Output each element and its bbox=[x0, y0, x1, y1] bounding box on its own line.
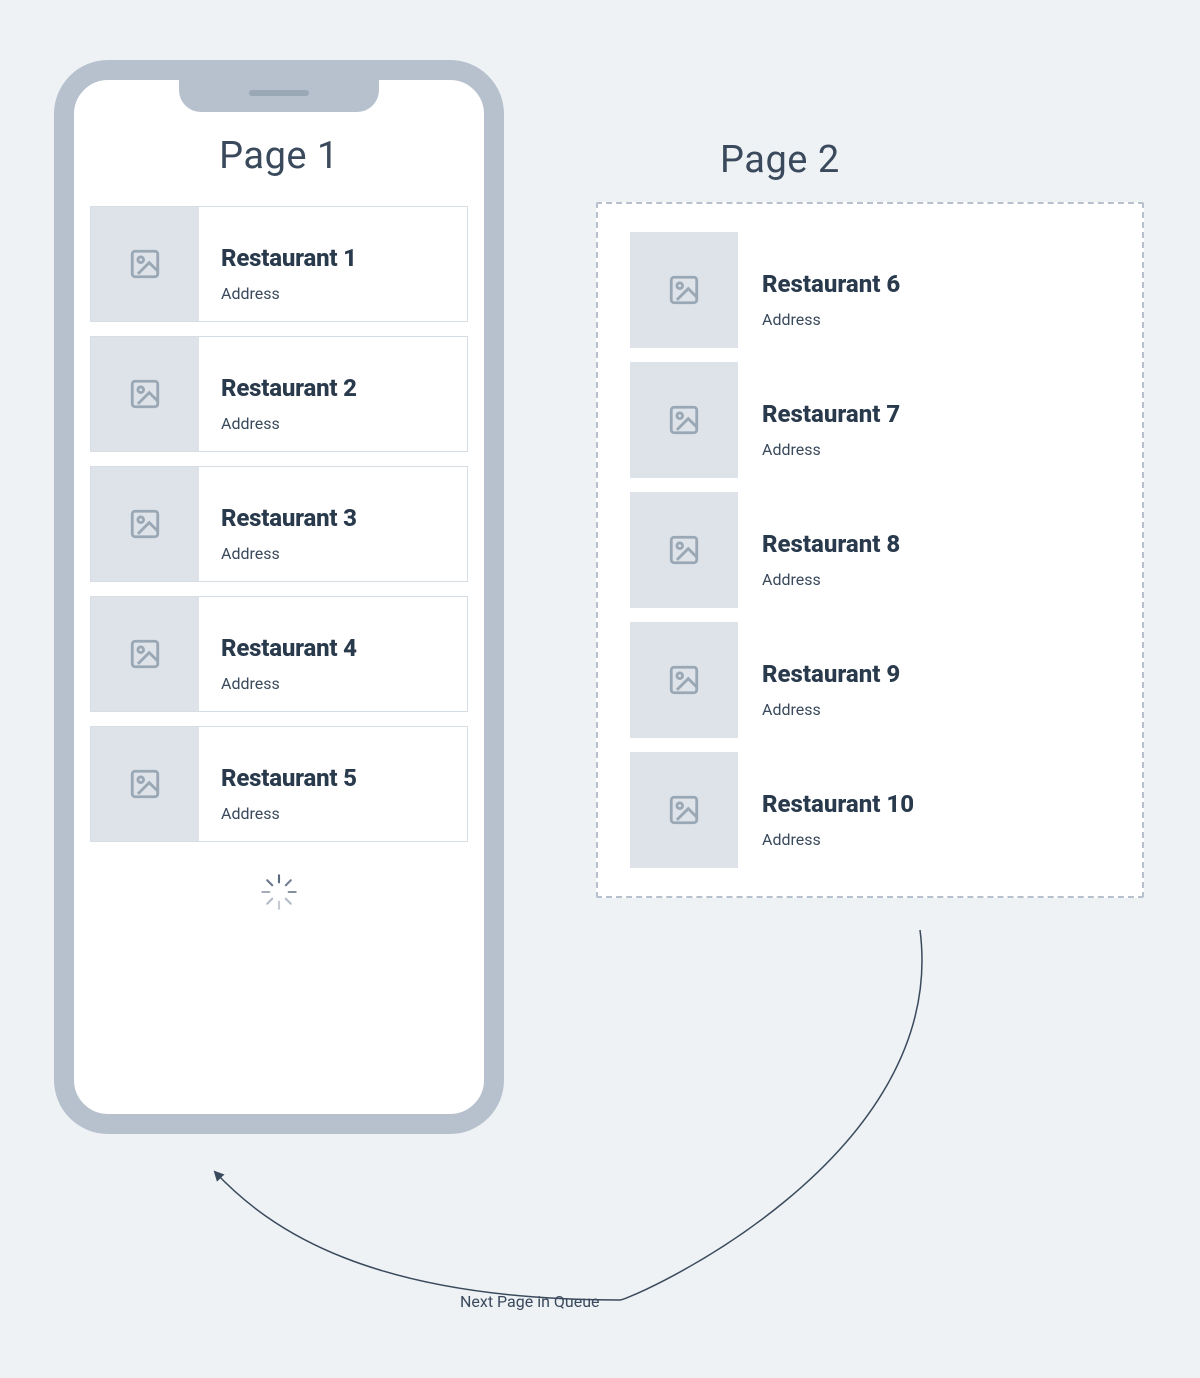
list-item-name: Restaurant 2 bbox=[221, 374, 449, 402]
list-item-meta: Restaurant 1 Address bbox=[199, 207, 467, 321]
list-item[interactable]: Restaurant 10 Address bbox=[630, 752, 1110, 868]
list-item-meta: Restaurant 8 Address bbox=[738, 492, 1110, 608]
phone-frame: Page 1 Restaurant 1 Address bbox=[54, 60, 504, 1134]
image-placeholder-icon bbox=[128, 377, 162, 411]
list-item-thumbnail bbox=[91, 727, 199, 841]
flow-arrow-caption: Next Page in Queue bbox=[460, 1292, 600, 1311]
list-item[interactable]: Restaurant 7 Address bbox=[630, 362, 1110, 478]
image-placeholder-icon bbox=[128, 637, 162, 671]
list-item-address: Address bbox=[762, 570, 1092, 589]
list-item[interactable]: Restaurant 5 Address bbox=[90, 726, 468, 842]
list-item-address: Address bbox=[762, 440, 1092, 459]
image-placeholder-icon bbox=[128, 767, 162, 801]
image-placeholder-icon bbox=[667, 663, 701, 697]
phone-notch bbox=[179, 78, 379, 112]
list-item[interactable]: Restaurant 9 Address bbox=[630, 622, 1110, 738]
list-item-meta: Restaurant 4 Address bbox=[199, 597, 467, 711]
list-item[interactable]: Restaurant 2 Address bbox=[90, 336, 468, 452]
list-item[interactable]: Restaurant 3 Address bbox=[90, 466, 468, 582]
list-item-thumbnail bbox=[91, 207, 199, 321]
page-2-panel: Restaurant 6 Address Restaurant 7 Addres… bbox=[596, 202, 1144, 898]
list-item-address: Address bbox=[221, 544, 449, 563]
diagram-canvas: Page 1 Restaurant 1 Address bbox=[0, 0, 1200, 1378]
list-item-meta: Restaurant 3 Address bbox=[199, 467, 467, 581]
image-placeholder-icon bbox=[667, 533, 701, 567]
list-item[interactable]: Restaurant 1 Address bbox=[90, 206, 468, 322]
list-item-address: Address bbox=[221, 674, 449, 693]
list-item-name: Restaurant 3 bbox=[221, 504, 449, 532]
list-item-address: Address bbox=[762, 700, 1092, 719]
list-item-thumbnail bbox=[91, 597, 199, 711]
list-item-thumbnail bbox=[91, 467, 199, 581]
list-item[interactable]: Restaurant 6 Address bbox=[630, 232, 1110, 348]
list-item-name: Restaurant 5 bbox=[221, 764, 449, 792]
list-item-meta: Restaurant 10 Address bbox=[738, 752, 1110, 868]
list-item-name: Restaurant 4 bbox=[221, 634, 449, 662]
list-item-address: Address bbox=[221, 414, 449, 433]
list-item-thumbnail bbox=[630, 752, 738, 868]
list-item-thumbnail bbox=[630, 622, 738, 738]
list-item-address: Address bbox=[762, 830, 1092, 849]
page-2-list: Restaurant 6 Address Restaurant 7 Addres… bbox=[630, 232, 1110, 868]
list-item-meta: Restaurant 2 Address bbox=[199, 337, 467, 451]
list-item-address: Address bbox=[221, 284, 449, 303]
list-item-meta: Restaurant 7 Address bbox=[738, 362, 1110, 478]
page-1-list: Restaurant 1 Address Restaurant 2 Addres… bbox=[90, 206, 468, 842]
list-item[interactable]: Restaurant 8 Address bbox=[630, 492, 1110, 608]
list-item-name: Restaurant 6 bbox=[762, 270, 1092, 298]
list-item-name: Restaurant 8 bbox=[762, 530, 1092, 558]
list-item-meta: Restaurant 6 Address bbox=[738, 232, 1110, 348]
page-2-title: Page 2 bbox=[720, 138, 840, 182]
page-1-title: Page 1 bbox=[90, 134, 468, 178]
phone-screen: Page 1 Restaurant 1 Address bbox=[74, 134, 484, 1104]
list-item-meta: Restaurant 5 Address bbox=[199, 727, 467, 841]
list-item-name: Restaurant 1 bbox=[221, 244, 449, 272]
list-item-name: Restaurant 9 bbox=[762, 660, 1092, 688]
list-item-thumbnail bbox=[630, 232, 738, 348]
list-item[interactable]: Restaurant 4 Address bbox=[90, 596, 468, 712]
list-item-meta: Restaurant 9 Address bbox=[738, 622, 1110, 738]
image-placeholder-icon bbox=[667, 403, 701, 437]
list-item-thumbnail bbox=[630, 492, 738, 608]
image-placeholder-icon bbox=[667, 793, 701, 827]
list-item-thumbnail bbox=[630, 362, 738, 478]
image-placeholder-icon bbox=[128, 247, 162, 281]
list-item-thumbnail bbox=[91, 337, 199, 451]
list-item-address: Address bbox=[221, 804, 449, 823]
list-item-name: Restaurant 7 bbox=[762, 400, 1092, 428]
loading-spinner-icon bbox=[90, 870, 468, 914]
list-item-address: Address bbox=[762, 310, 1092, 329]
list-item-name: Restaurant 10 bbox=[762, 790, 1092, 818]
image-placeholder-icon bbox=[128, 507, 162, 541]
image-placeholder-icon bbox=[667, 273, 701, 307]
phone-speaker bbox=[249, 90, 309, 96]
